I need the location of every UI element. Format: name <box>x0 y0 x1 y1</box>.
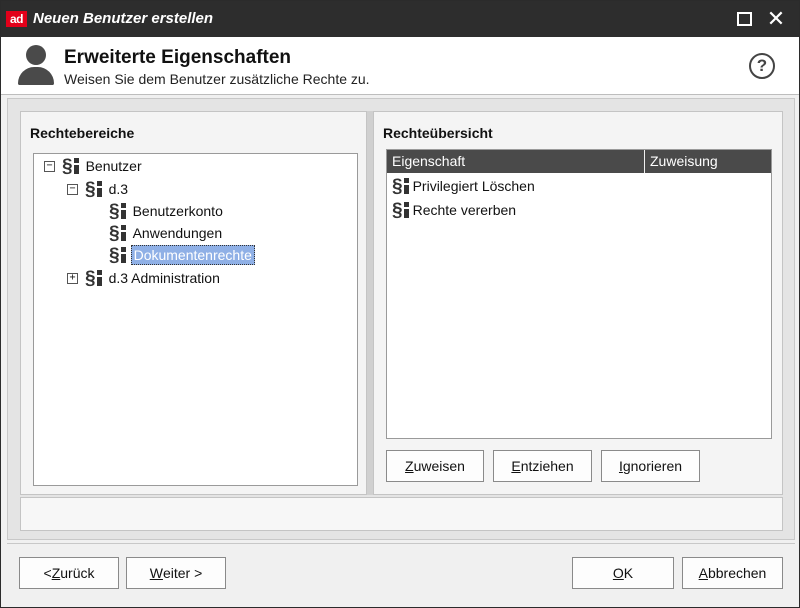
button-label: eiter > <box>162 565 203 581</box>
next-button[interactable]: Weiter > <box>126 557 226 589</box>
rights-tree[interactable]: − § Benutzer − § d.3 § Benutzerkonto § A… <box>33 153 358 486</box>
paragraph-rights-icon: § <box>392 177 409 196</box>
paragraph-rights-icon: § <box>109 246 126 265</box>
paragraph-rights-icon: § <box>392 201 409 220</box>
tree-node-label: d.3 Administration <box>108 270 220 286</box>
window-title: Neuen Benutzer erstellen <box>33 10 214 27</box>
table-row[interactable]: § Privilegiert Löschen <box>392 175 537 197</box>
help-icon[interactable]: ? <box>749 53 775 79</box>
button-label: gnorieren <box>622 458 683 474</box>
tree-node-dokumentenrechte[interactable]: § Dokumentenrechte <box>109 245 255 265</box>
close-icon: ✕ <box>766 6 786 31</box>
expand-toggle-icon[interactable]: + <box>67 272 78 284</box>
description-strip <box>20 497 783 531</box>
tree-node-d3-administration[interactable]: + § d.3 Administration <box>67 268 222 288</box>
tree-node-label: Benutzer <box>85 158 142 174</box>
paragraph-rights-icon: § <box>62 157 79 176</box>
tree-node-label: d.3 <box>108 181 129 197</box>
ok-button[interactable]: OK <box>572 557 674 589</box>
cancel-button[interactable]: Abbrechen <box>682 557 783 589</box>
button-label: bbrechen <box>707 565 767 581</box>
button-mnemonic: E <box>511 458 521 474</box>
paragraph-rights-icon: § <box>109 202 126 221</box>
column-header-assignment[interactable]: Zuweisung <box>650 153 718 169</box>
app-logo-icon: ad <box>6 11 27 27</box>
tree-node-benutzer[interactable]: − § Benutzer <box>44 156 144 176</box>
button-mnemonic: Z <box>51 565 61 581</box>
rights-table[interactable]: Eigenschaft Zuweisung § Privilegiert Lös… <box>386 149 772 439</box>
wizard-header: Erweiterte Eigenschaften Weisen Sie dem … <box>1 37 799 95</box>
paragraph-rights-icon: § <box>85 180 102 199</box>
main-area: Rechtebereiche − § Benutzer − § d.3 § Be… <box>7 98 795 540</box>
collapse-toggle-icon[interactable]: − <box>44 160 55 172</box>
rights-overview-panel: Rechteübersicht Eigenschaft Zuweisung § … <box>373 111 783 495</box>
button-mnemonic: Z <box>405 458 414 474</box>
assign-button[interactable]: Zuweisen <box>386 450 484 482</box>
button-mnemonic: A <box>698 565 708 581</box>
user-avatar-icon <box>17 45 55 85</box>
ignore-button[interactable]: Ignorieren <box>601 450 700 482</box>
button-label: K <box>623 565 634 581</box>
tree-node-label: Anwendungen <box>132 225 223 241</box>
tree-node-benutzerkonto[interactable]: § Benutzerkonto <box>109 201 225 221</box>
button-mnemonic: O <box>612 565 624 581</box>
button-label: uweisen <box>413 458 465 474</box>
tree-node-anwendungen[interactable]: § Anwendungen <box>109 223 224 243</box>
maximize-icon <box>736 12 752 26</box>
button-label: urück <box>60 565 95 581</box>
paragraph-rights-icon: § <box>85 269 102 288</box>
page-title: Erweiterte Eigenschaften <box>64 47 292 68</box>
close-button[interactable]: ✕ <box>761 5 791 33</box>
tree-node-d3[interactable]: − § d.3 <box>67 179 130 199</box>
property-cell: Privilegiert Löschen <box>412 178 535 194</box>
column-divider[interactable] <box>644 150 645 173</box>
revoke-button[interactable]: Entziehen <box>493 450 592 482</box>
dialog-window: ad Neuen Benutzer erstellen ✕ Erweiterte… <box>0 0 800 608</box>
rights-areas-heading: Rechtebereiche <box>30 125 135 141</box>
button-label: ntziehen <box>520 458 574 474</box>
title-bar[interactable]: ad Neuen Benutzer erstellen ✕ <box>1 1 799 37</box>
table-row[interactable]: § Rechte vererben <box>392 199 518 221</box>
column-header-property[interactable]: Eigenschaft <box>392 153 465 169</box>
paragraph-rights-icon: § <box>109 224 126 243</box>
rights-areas-panel: Rechtebereiche − § Benutzer − § d.3 § Be… <box>20 111 367 495</box>
button-label-prefix: < <box>43 565 52 581</box>
rights-overview-heading: Rechteübersicht <box>383 125 493 141</box>
collapse-toggle-icon[interactable]: − <box>67 183 78 195</box>
page-subtitle: Weisen Sie dem Benutzer zusätzliche Rech… <box>64 71 370 87</box>
property-cell: Rechte vererben <box>412 202 517 218</box>
table-header: Eigenschaft Zuweisung <box>387 150 771 173</box>
back-button[interactable]: < Zurück <box>19 557 119 589</box>
button-mnemonic: W <box>149 565 163 581</box>
footer-divider <box>7 543 795 544</box>
tree-node-label-selected: Dokumentenrechte <box>130 245 255 265</box>
maximize-button[interactable] <box>729 5 759 33</box>
tree-node-label: Benutzerkonto <box>132 203 223 219</box>
